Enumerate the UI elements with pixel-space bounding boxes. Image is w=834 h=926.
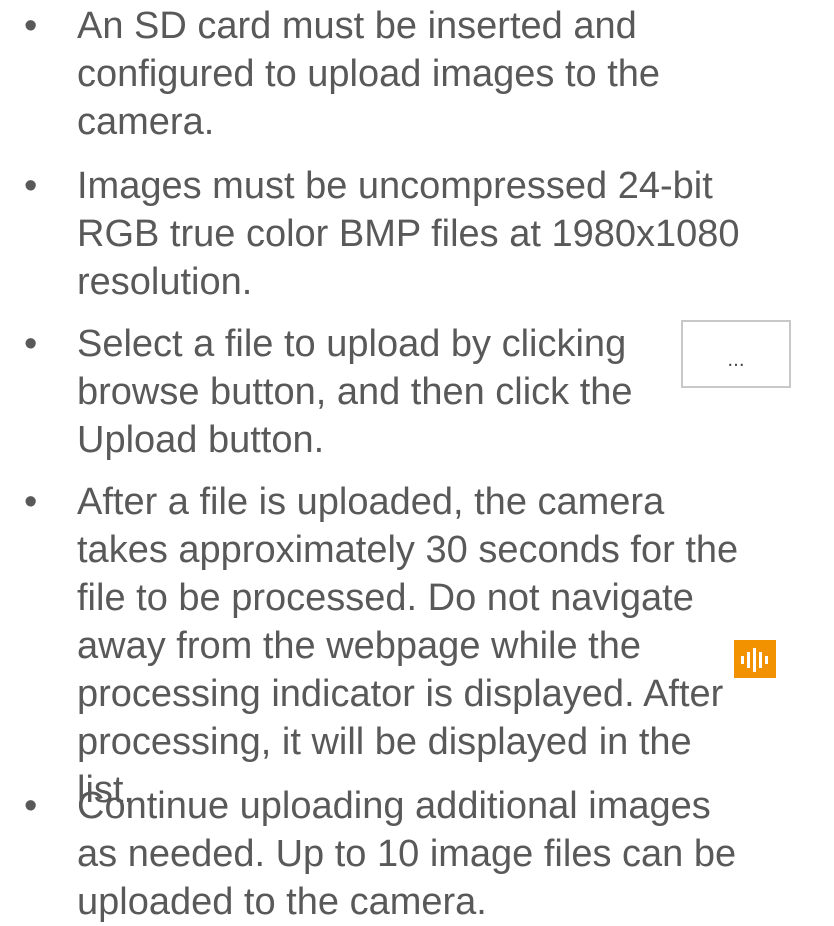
- bullet-text-line: away from the webpage while the: [77, 625, 641, 667]
- bullet-marker: •: [24, 5, 38, 47]
- browse-button-label: ...: [727, 350, 745, 371]
- bullet-text-line: Upload button.: [77, 419, 325, 461]
- bullet-text-line: camera.: [77, 101, 215, 143]
- bullet-text-line: browse button, and then click the: [77, 371, 633, 413]
- bullet-marker: •: [24, 323, 38, 365]
- bullet-text-line: processing indicator is displayed. After: [77, 673, 724, 715]
- bullet-text-line: resolution.: [77, 261, 253, 303]
- bullet-marker: •: [24, 481, 38, 523]
- browse-button-icon: ...: [681, 320, 791, 388]
- bullet-marker: •: [24, 165, 38, 207]
- bullet-text-line: takes approximately 30 seconds for the: [77, 529, 739, 571]
- bullet-text-line: as needed. Up to 10 image files can be: [77, 833, 737, 875]
- bullet-text-line: An SD card must be inserted and: [77, 5, 637, 47]
- bullet-text-line: RGB true color BMP files at 1980x1080: [77, 213, 740, 255]
- bullet-text-line: file to be processed. Do not navigate: [77, 577, 694, 619]
- bullet-text-line: After a file is uploaded, the camera: [77, 481, 665, 523]
- processing-indicator-icon: [734, 640, 776, 678]
- bullet-text-line: Continue uploading additional images: [77, 785, 711, 827]
- bullet-text-line: configured to upload images to the: [77, 53, 661, 95]
- bullet-text-line: uploaded to the camera.: [77, 881, 487, 923]
- bullet-text-line: processing, it will be displayed in the: [77, 721, 692, 763]
- bullet-text-line: Select a file to upload by clicking: [77, 323, 627, 365]
- bullet-text-line: Images must be uncompressed 24-bit: [77, 165, 713, 207]
- bullet-marker: •: [24, 785, 38, 827]
